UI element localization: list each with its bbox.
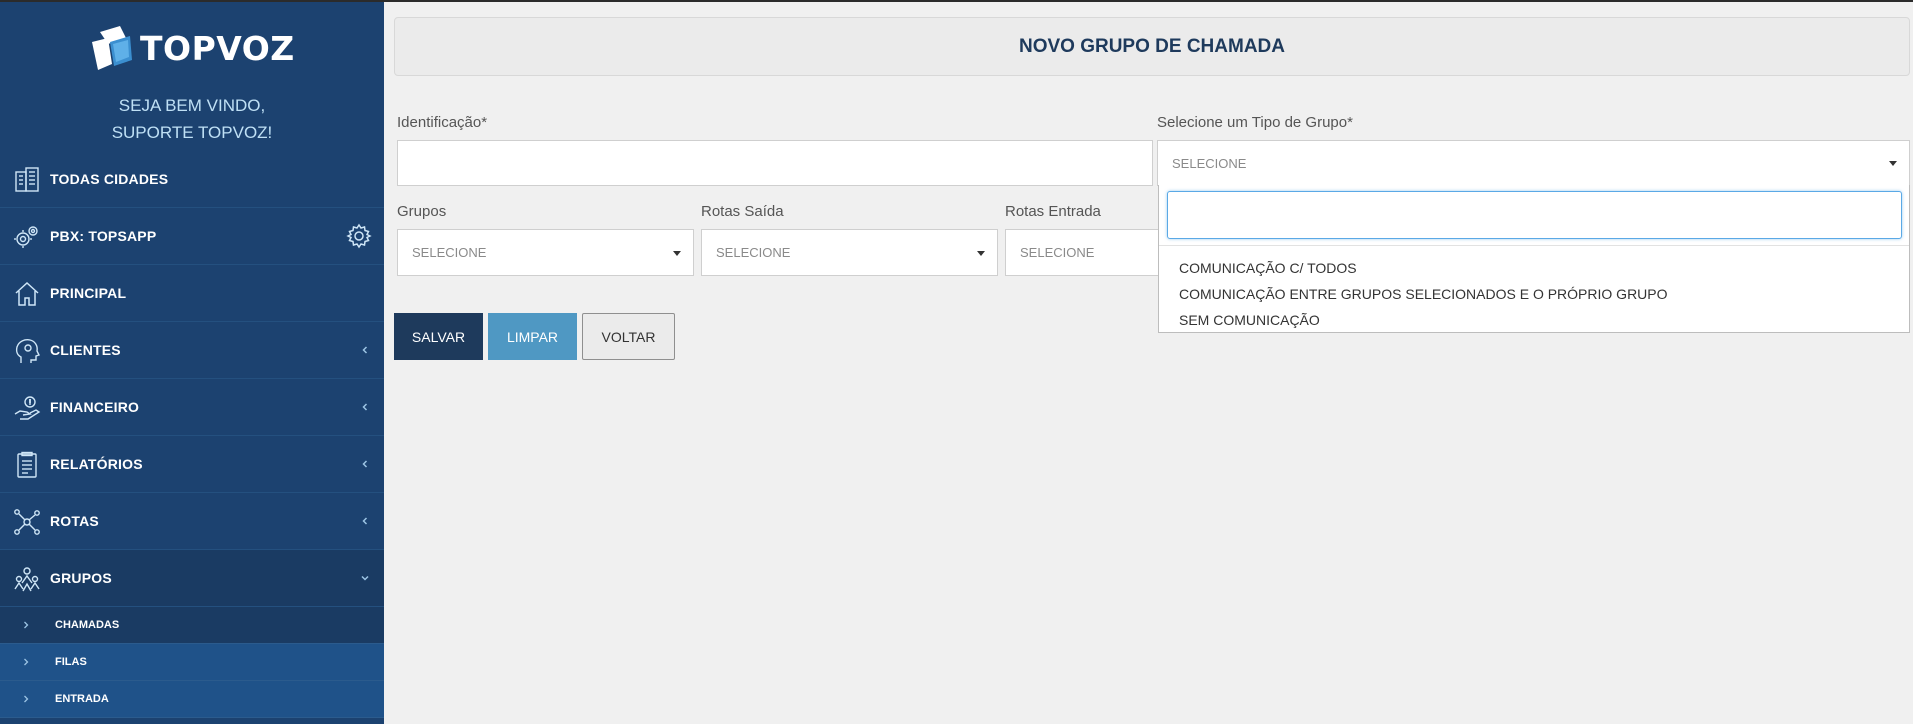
back-button[interactable]: VOLTAR (582, 313, 675, 360)
grupos-select[interactable]: SELECIONE (397, 229, 694, 276)
gear-icon[interactable] (346, 223, 372, 249)
chevron-left-icon (362, 346, 368, 354)
chevron-down-icon (361, 575, 369, 581)
sidebar-subitem-label: CHAMADAS (55, 619, 120, 631)
identificacao-label: Identificação* (397, 114, 488, 131)
chevron-right-icon (24, 658, 29, 666)
report-icon (17, 451, 37, 478)
gears-icon (14, 226, 38, 248)
rotas-saida-selected: SELECIONE (716, 245, 791, 260)
sidebar-subitem-entrada[interactable]: ENTRADA (0, 681, 384, 718)
tipo-grupo-dropdown: COMUNICAÇÃO C/ TODOS COMUNICAÇÃO ENTRE G… (1158, 185, 1910, 333)
sidebar-item-label: ROTAS (50, 513, 99, 529)
sidebar-item-label: TODAS CIDADES (50, 171, 169, 187)
tipo-grupo-select[interactable]: SELECIONE (1157, 140, 1910, 186)
home-icon (15, 281, 39, 306)
sidebar-item-principal[interactable]: PRINCIPAL (0, 265, 384, 322)
rotas-entrada-label: Rotas Entrada (1005, 203, 1101, 220)
caret-down-icon (1889, 161, 1897, 166)
rotas-entrada-selected: SELECIONE (1020, 245, 1095, 260)
main-content: NOVO GRUPO DE CHAMADA Identificação* Sel… (384, 0, 1913, 724)
rotas-saida-label: Rotas Saída (701, 203, 784, 220)
welcome-user: SUPORTE TOPVOZ! (111, 123, 273, 142)
sidebar-item-label: RELATÓRIOS (50, 456, 143, 472)
grupos-selected: SELECIONE (412, 245, 487, 260)
dropdown-option[interactable]: COMUNICAÇÃO C/ TODOS (1159, 255, 1909, 281)
hand-money-icon (14, 396, 41, 420)
tipo-grupo-selected: SELECIONE (1172, 155, 1247, 171)
sidebar-item-label: PRINCIPAL (50, 285, 127, 301)
sidebar-item-relatorios[interactable]: RELATÓRIOS (0, 436, 384, 493)
sidebar-item-label: GRUPOS (50, 570, 112, 586)
identificacao-input[interactable] (397, 140, 1153, 186)
sidebar-subitem-label: ENTRADA (55, 693, 109, 705)
sidebar-subitem-filas[interactable]: FILAS (0, 644, 384, 681)
page-title: NOVO GRUPO DE CHAMADA (1018, 35, 1285, 57)
sidebar-item-clientes[interactable]: CLIENTES (0, 322, 384, 379)
sidebar-item-pbx[interactable]: PBX: TOPSAPP (0, 208, 384, 265)
sidebar: TOPVOZ SEJA BEM VINDO, SUPORTE TOPVOZ! T… (0, 0, 384, 724)
sidebar-subitem-chamadas[interactable]: CHAMADAS (0, 607, 384, 644)
clear-button[interactable]: LIMPAR (488, 313, 577, 360)
buildings-icon (15, 167, 39, 192)
grupos-label: Grupos (397, 203, 447, 220)
logo[interactable]: TOPVOZ (86, 24, 295, 72)
topvoz-logo-icon (92, 26, 132, 70)
sidebar-item-grupos[interactable]: GRUPOS (0, 550, 384, 607)
caret-down-icon (673, 250, 681, 256)
save-button[interactable]: SALVAR (394, 313, 483, 360)
sidebar-item-label: CLIENTES (50, 342, 121, 358)
window-top-border (0, 0, 1913, 2)
sidebar-item-financeiro[interactable]: FINANCEIRO (0, 379, 384, 436)
sidebar-item-label: FINANCEIRO (50, 399, 140, 415)
caret-down-icon (977, 250, 985, 256)
sidebar-item-rotas[interactable]: ROTAS (0, 493, 384, 550)
rotas-saida-select[interactable]: SELECIONE (701, 229, 998, 276)
chevron-right-icon (24, 621, 29, 629)
dropdown-option[interactable]: COMUNICAÇÃO ENTRE GRUPOS SELECIONADOS E … (1159, 281, 1909, 307)
brand-name: TOPVOZ (140, 28, 295, 68)
welcome-line-1: SEJA BEM VINDO, (118, 96, 266, 115)
sidebar-item-todas-cidades[interactable]: TODAS CIDADES (0, 151, 384, 208)
dropdown-options-list: COMUNICAÇÃO C/ TODOS COMUNICAÇÃO ENTRE G… (1159, 245, 1909, 333)
chevron-left-icon (362, 403, 368, 411)
sidebar-item-label: PBX: TOPSAPP (50, 228, 157, 244)
chevron-left-icon (362, 517, 368, 525)
welcome-message: SEJA BEM VINDO, SUPORTE TOPVOZ! (0, 92, 384, 146)
group-icon (14, 567, 40, 592)
dropdown-search-input[interactable] (1167, 191, 1902, 239)
network-icon (14, 509, 40, 535)
tipo-grupo-label: Selecione um Tipo de Grupo* (1157, 114, 1353, 131)
user-head-icon (15, 339, 40, 363)
page-header: NOVO GRUPO DE CHAMADA (394, 17, 1910, 76)
chevron-right-icon (24, 695, 29, 703)
sidebar-brand: TOPVOZ SEJA BEM VINDO, SUPORTE TOPVOZ! (0, 0, 384, 151)
dropdown-option[interactable]: SEM COMUNICAÇÃO (1159, 307, 1909, 333)
sidebar-subitem-label: FILAS (55, 656, 87, 668)
chevron-left-icon (362, 460, 368, 468)
